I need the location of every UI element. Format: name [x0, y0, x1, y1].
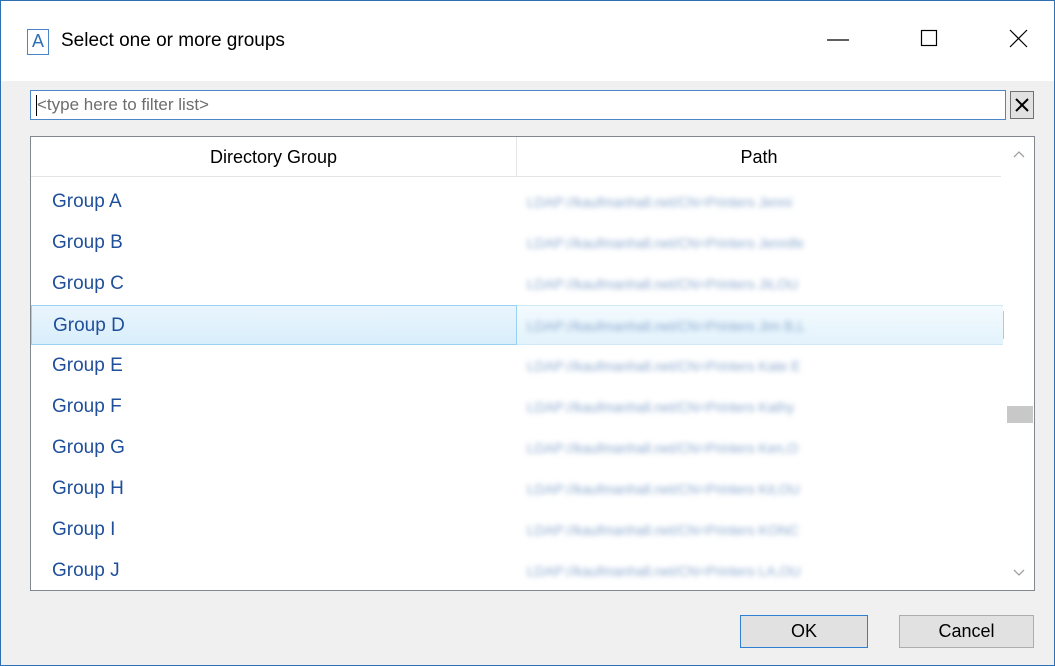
group-name-cell: Group J	[52, 560, 120, 581]
group-name-cell: Group I	[52, 519, 116, 540]
chevron-down-icon	[1013, 569, 1025, 576]
maximize-icon	[920, 29, 938, 47]
maximize-button[interactable]	[904, 13, 954, 63]
path-cell: LDAP://kaufmanhall.net/CN=Printers Jenni	[517, 182, 1003, 222]
path-cell: LDAP://kaufmanhall.net/CN=Printers LA,OU	[517, 551, 1003, 590]
group-name-cell: Group D	[31, 305, 517, 345]
filter-input[interactable]	[30, 90, 1006, 120]
path-text: LDAP://kaufmanhall.net/CN=Printers Kit,O…	[527, 481, 800, 497]
table-row[interactable]: Group G LDAP://kaufmanhall.net/CN=Printe…	[31, 428, 1003, 468]
clear-filter-button[interactable]	[1010, 91, 1034, 119]
cancel-button[interactable]: Cancel	[899, 615, 1034, 648]
close-icon	[1015, 98, 1029, 112]
scrollbar-thumb[interactable]	[1007, 406, 1033, 423]
path-text: LDAP://kaufmanhall.net/CN=Printers KONC	[527, 522, 799, 538]
table-row[interactable]: Group H LDAP://kaufmanhall.net/CN=Printe…	[31, 469, 1003, 509]
text-caret	[36, 95, 37, 116]
group-name-cell: Group F	[52, 396, 122, 417]
column-header-directory-group[interactable]: Directory Group	[31, 137, 517, 177]
minimize-button[interactable]	[813, 13, 863, 63]
path-cell: LDAP://kaufmanhall.net/CN=Printers Jim B…	[517, 305, 1003, 345]
path-text: LDAP://kaufmanhall.net/CN=Printers Kathy	[527, 399, 795, 415]
group-name-cell: Group B	[52, 232, 123, 253]
title-bar[interactable]: A Select one or more groups	[1, 1, 1054, 81]
table-row[interactable]: Group J LDAP://kaufmanhall.net/CN=Printe…	[31, 551, 1003, 590]
path-cell: LDAP://kaufmanhall.net/CN=Printers KONC	[517, 510, 1003, 550]
path-cell: LDAP://kaufmanhall.net/CN=Printers Kit,O…	[517, 469, 1003, 509]
path-cell: LDAP://kaufmanhall.net/CN=Printers JILOU	[517, 264, 1003, 304]
path-text: LDAP://kaufmanhall.net/CN=Printers Kate …	[527, 358, 801, 374]
path-text: LDAP://kaufmanhall.net/CN=Printers Jenni	[527, 194, 792, 210]
path-text: LDAP://kaufmanhall.net/CN=Printers Jenni…	[527, 235, 804, 251]
chevron-up-icon	[1013, 151, 1025, 158]
group-list[interactable]: Directory Group Path Group A LDAP://kauf…	[30, 136, 1035, 591]
table-row[interactable]: Group E LDAP://kaufmanhall.net/CN=Printe…	[31, 346, 1003, 386]
ok-button[interactable]: OK	[740, 615, 868, 648]
table-row-selected[interactable]: Group D LDAP://kaufmanhall.net/CN=Printe…	[31, 305, 1004, 345]
window-title: Select one or more groups	[61, 30, 285, 51]
group-name-cell: Group A	[52, 191, 122, 212]
minimize-icon	[827, 39, 849, 41]
path-cell: LDAP://kaufmanhall.net/CN=Printers Ken,O	[517, 428, 1003, 468]
app-icon: A	[27, 29, 49, 55]
path-text: LDAP://kaufmanhall.net/CN=Printers JILOU	[527, 276, 799, 292]
table-row[interactable]: Group I LDAP://kaufmanhall.net/CN=Printe…	[31, 510, 1003, 550]
dialog-window: A Select one or more groups Directory G	[0, 0, 1055, 666]
close-icon	[1009, 29, 1028, 48]
path-cell: LDAP://kaufmanhall.net/CN=Printers Kate …	[517, 346, 1003, 386]
scroll-up-button[interactable]	[1004, 139, 1034, 169]
table-row[interactable]: Group C LDAP://kaufmanhall.net/CN=Printe…	[31, 264, 1003, 304]
table-row[interactable]: Group A LDAP://kaufmanhall.net/CN=Printe…	[31, 182, 1003, 222]
path-text: LDAP://kaufmanhall.net/CN=Printers Ken,O	[527, 440, 799, 456]
group-name-cell: Group H	[52, 478, 124, 499]
table-row[interactable]: Group F LDAP://kaufmanhall.net/CN=Printe…	[31, 387, 1003, 427]
group-name-cell: Group E	[52, 355, 123, 376]
group-name-cell: Group G	[52, 437, 125, 458]
scroll-down-button[interactable]	[1004, 558, 1034, 588]
column-header-path[interactable]: Path	[517, 137, 1001, 177]
path-cell: LDAP://kaufmanhall.net/CN=Printers Jenni…	[517, 223, 1003, 263]
table-row[interactable]: Group B LDAP://kaufmanhall.net/CN=Printe…	[31, 223, 1003, 263]
path-text: LDAP://kaufmanhall.net/CN=Printers Jim B…	[527, 318, 806, 334]
path-text: LDAP://kaufmanhall.net/CN=Printers LA,OU	[527, 563, 801, 579]
vertical-scrollbar[interactable]	[1004, 137, 1034, 590]
path-cell: LDAP://kaufmanhall.net/CN=Printers Kathy	[517, 387, 1003, 427]
close-button[interactable]	[994, 13, 1044, 63]
group-name-cell: Group C	[52, 273, 124, 294]
